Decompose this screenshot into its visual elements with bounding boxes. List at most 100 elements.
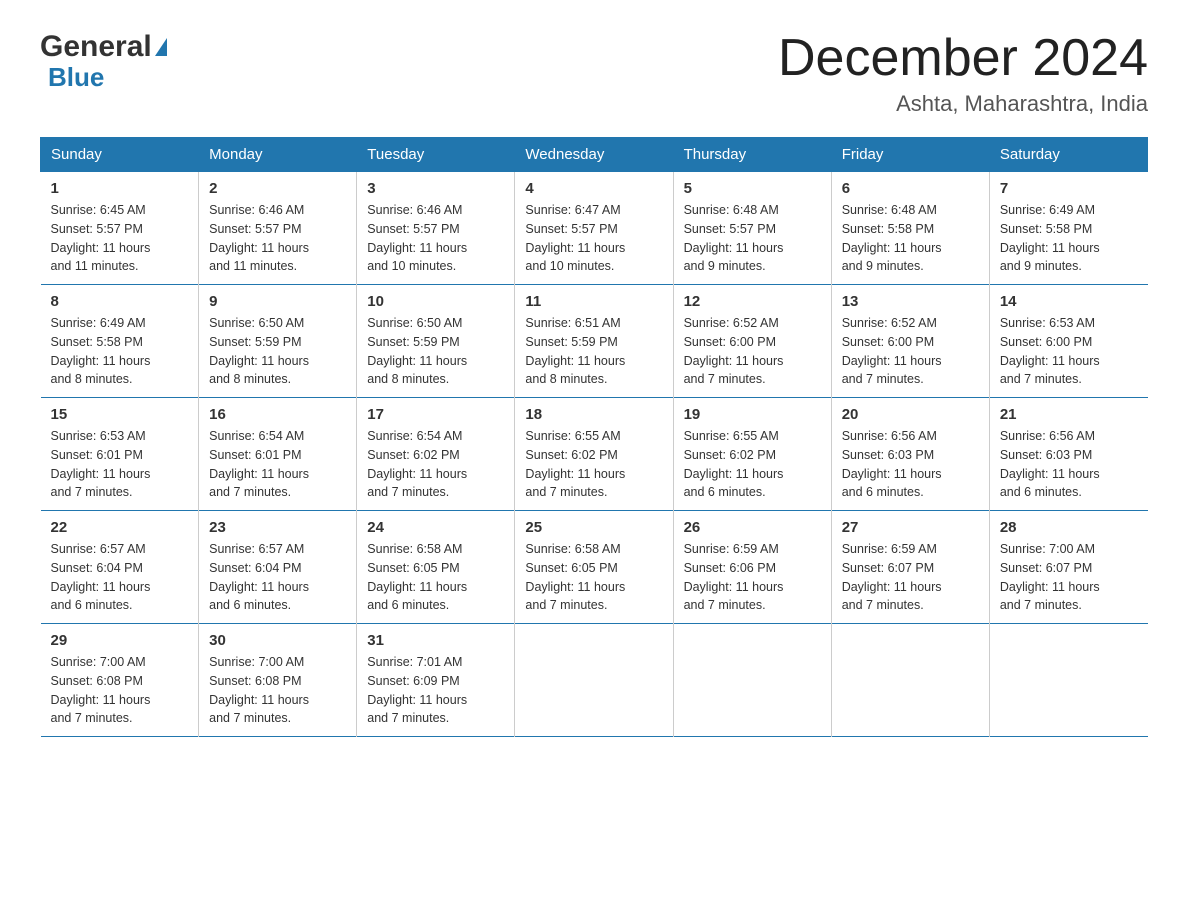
cell-info: Sunrise: 6:52 AMSunset: 6:00 PMDaylight:… [842, 316, 942, 386]
calendar-cell: 4 Sunrise: 6:47 AMSunset: 5:57 PMDayligh… [515, 172, 673, 285]
calendar-header: Sunday Monday Tuesday Wednesday Thursday… [41, 138, 1148, 172]
calendar-cell: 9 Sunrise: 6:50 AMSunset: 5:59 PMDayligh… [199, 285, 357, 398]
page-header: General Blue December 2024 Ashta, Mahara… [40, 30, 1148, 117]
calendar-cell: 29 Sunrise: 7:00 AMSunset: 6:08 PMDaylig… [41, 624, 199, 737]
week-row-5: 29 Sunrise: 7:00 AMSunset: 6:08 PMDaylig… [41, 624, 1148, 737]
day-number: 21 [1000, 406, 1138, 423]
calendar-cell: 10 Sunrise: 6:50 AMSunset: 5:59 PMDaylig… [357, 285, 515, 398]
day-number: 9 [209, 293, 346, 310]
calendar-cell: 8 Sunrise: 6:49 AMSunset: 5:58 PMDayligh… [41, 285, 199, 398]
calendar-cell: 3 Sunrise: 6:46 AMSunset: 5:57 PMDayligh… [357, 172, 515, 285]
cell-info: Sunrise: 6:57 AMSunset: 6:04 PMDaylight:… [51, 542, 151, 612]
cell-info: Sunrise: 6:55 AMSunset: 6:02 PMDaylight:… [525, 429, 625, 499]
col-sunday: Sunday [41, 138, 199, 172]
calendar-cell: 12 Sunrise: 6:52 AMSunset: 6:00 PMDaylig… [673, 285, 831, 398]
calendar-cell: 27 Sunrise: 6:59 AMSunset: 6:07 PMDaylig… [831, 511, 989, 624]
cell-info: Sunrise: 6:48 AMSunset: 5:57 PMDaylight:… [684, 203, 784, 273]
day-number: 27 [842, 519, 979, 536]
cell-info: Sunrise: 6:54 AMSunset: 6:02 PMDaylight:… [367, 429, 467, 499]
cell-info: Sunrise: 7:01 AMSunset: 6:09 PMDaylight:… [367, 655, 467, 725]
calendar-cell: 2 Sunrise: 6:46 AMSunset: 5:57 PMDayligh… [199, 172, 357, 285]
cell-info: Sunrise: 6:58 AMSunset: 6:05 PMDaylight:… [525, 542, 625, 612]
day-number: 30 [209, 632, 346, 649]
calendar-cell [515, 624, 673, 737]
calendar-cell: 15 Sunrise: 6:53 AMSunset: 6:01 PMDaylig… [41, 398, 199, 511]
calendar-cell: 28 Sunrise: 7:00 AMSunset: 6:07 PMDaylig… [989, 511, 1147, 624]
calendar-cell: 26 Sunrise: 6:59 AMSunset: 6:06 PMDaylig… [673, 511, 831, 624]
calendar-table: Sunday Monday Tuesday Wednesday Thursday… [40, 137, 1148, 737]
day-number: 28 [1000, 519, 1138, 536]
calendar-cell: 14 Sunrise: 6:53 AMSunset: 6:00 PMDaylig… [989, 285, 1147, 398]
cell-info: Sunrise: 6:48 AMSunset: 5:58 PMDaylight:… [842, 203, 942, 273]
day-number: 19 [684, 406, 821, 423]
calendar-cell: 7 Sunrise: 6:49 AMSunset: 5:58 PMDayligh… [989, 172, 1147, 285]
cell-info: Sunrise: 6:59 AMSunset: 6:06 PMDaylight:… [684, 542, 784, 612]
calendar-cell: 5 Sunrise: 6:48 AMSunset: 5:57 PMDayligh… [673, 172, 831, 285]
cell-info: Sunrise: 6:51 AMSunset: 5:59 PMDaylight:… [525, 316, 625, 386]
day-number: 23 [209, 519, 346, 536]
cell-info: Sunrise: 6:49 AMSunset: 5:58 PMDaylight:… [51, 316, 151, 386]
day-number: 18 [525, 406, 662, 423]
calendar-cell [989, 624, 1147, 737]
calendar-body: 1 Sunrise: 6:45 AMSunset: 5:57 PMDayligh… [41, 172, 1148, 737]
day-number: 26 [684, 519, 821, 536]
cell-info: Sunrise: 7:00 AMSunset: 6:08 PMDaylight:… [209, 655, 309, 725]
calendar-cell: 6 Sunrise: 6:48 AMSunset: 5:58 PMDayligh… [831, 172, 989, 285]
calendar-cell: 20 Sunrise: 6:56 AMSunset: 6:03 PMDaylig… [831, 398, 989, 511]
day-number: 12 [684, 293, 821, 310]
day-number: 17 [367, 406, 504, 423]
day-number: 11 [525, 293, 662, 310]
calendar-cell: 13 Sunrise: 6:52 AMSunset: 6:00 PMDaylig… [831, 285, 989, 398]
cell-info: Sunrise: 6:55 AMSunset: 6:02 PMDaylight:… [684, 429, 784, 499]
logo-general-text: General [40, 30, 152, 64]
location: Ashta, Maharashtra, India [778, 91, 1148, 117]
day-number: 14 [1000, 293, 1138, 310]
cell-info: Sunrise: 6:58 AMSunset: 6:05 PMDaylight:… [367, 542, 467, 612]
cell-info: Sunrise: 6:56 AMSunset: 6:03 PMDaylight:… [842, 429, 942, 499]
day-number: 8 [51, 293, 189, 310]
cell-info: Sunrise: 7:00 AMSunset: 6:07 PMDaylight:… [1000, 542, 1100, 612]
day-number: 2 [209, 180, 346, 197]
week-row-3: 15 Sunrise: 6:53 AMSunset: 6:01 PMDaylig… [41, 398, 1148, 511]
cell-info: Sunrise: 6:57 AMSunset: 6:04 PMDaylight:… [209, 542, 309, 612]
cell-info: Sunrise: 6:47 AMSunset: 5:57 PMDaylight:… [525, 203, 625, 273]
cell-info: Sunrise: 6:45 AMSunset: 5:57 PMDaylight:… [51, 203, 151, 273]
day-number: 1 [51, 180, 189, 197]
calendar-cell [673, 624, 831, 737]
cell-info: Sunrise: 6:46 AMSunset: 5:57 PMDaylight:… [367, 203, 467, 273]
day-number: 29 [51, 632, 189, 649]
day-number: 16 [209, 406, 346, 423]
cell-info: Sunrise: 6:59 AMSunset: 6:07 PMDaylight:… [842, 542, 942, 612]
cell-info: Sunrise: 7:00 AMSunset: 6:08 PMDaylight:… [51, 655, 151, 725]
cell-info: Sunrise: 6:56 AMSunset: 6:03 PMDaylight:… [1000, 429, 1100, 499]
day-number: 31 [367, 632, 504, 649]
logo-blue-text: Blue [48, 62, 104, 93]
logo: General Blue [40, 30, 167, 93]
month-title: December 2024 [778, 30, 1148, 87]
col-thursday: Thursday [673, 138, 831, 172]
calendar-cell: 1 Sunrise: 6:45 AMSunset: 5:57 PMDayligh… [41, 172, 199, 285]
title-block: December 2024 Ashta, Maharashtra, India [778, 30, 1148, 117]
col-tuesday: Tuesday [357, 138, 515, 172]
calendar-cell: 11 Sunrise: 6:51 AMSunset: 5:59 PMDaylig… [515, 285, 673, 398]
cell-info: Sunrise: 6:54 AMSunset: 6:01 PMDaylight:… [209, 429, 309, 499]
cell-info: Sunrise: 6:50 AMSunset: 5:59 PMDaylight:… [367, 316, 467, 386]
calendar-cell: 19 Sunrise: 6:55 AMSunset: 6:02 PMDaylig… [673, 398, 831, 511]
calendar-cell: 17 Sunrise: 6:54 AMSunset: 6:02 PMDaylig… [357, 398, 515, 511]
day-number: 13 [842, 293, 979, 310]
logo-general-line: General [40, 30, 167, 64]
calendar-cell: 18 Sunrise: 6:55 AMSunset: 6:02 PMDaylig… [515, 398, 673, 511]
cell-info: Sunrise: 6:53 AMSunset: 6:00 PMDaylight:… [1000, 316, 1100, 386]
calendar-cell: 24 Sunrise: 6:58 AMSunset: 6:05 PMDaylig… [357, 511, 515, 624]
calendar-cell [831, 624, 989, 737]
cell-info: Sunrise: 6:50 AMSunset: 5:59 PMDaylight:… [209, 316, 309, 386]
week-row-4: 22 Sunrise: 6:57 AMSunset: 6:04 PMDaylig… [41, 511, 1148, 624]
calendar-cell: 23 Sunrise: 6:57 AMSunset: 6:04 PMDaylig… [199, 511, 357, 624]
day-number: 15 [51, 406, 189, 423]
day-number: 25 [525, 519, 662, 536]
calendar-cell: 22 Sunrise: 6:57 AMSunset: 6:04 PMDaylig… [41, 511, 199, 624]
day-number: 20 [842, 406, 979, 423]
col-saturday: Saturday [989, 138, 1147, 172]
day-number: 5 [684, 180, 821, 197]
day-number: 22 [51, 519, 189, 536]
